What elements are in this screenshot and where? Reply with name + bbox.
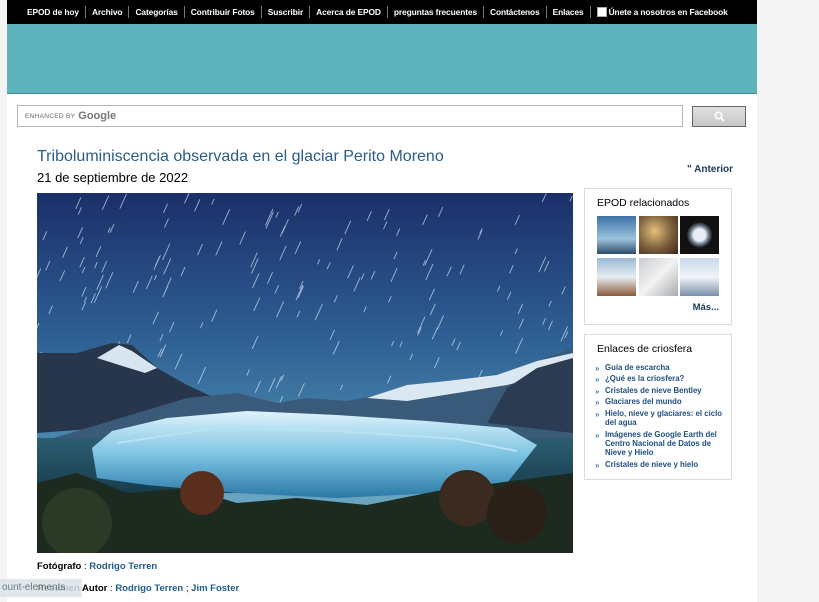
nav-categories[interactable]: Categorías <box>129 6 185 18</box>
nav-contribute-photos[interactable]: Contribuir Fotos <box>185 6 262 18</box>
google-logo: Google <box>78 110 117 122</box>
cryo-link-snow-ice-crystals[interactable]: » Cristales de nieve y hielo <box>595 460 723 470</box>
enhanced-by-label: ENHANCED BY <box>25 112 76 120</box>
search-button[interactable] <box>692 106 746 127</box>
related-thumb-4[interactable] <box>597 258 636 296</box>
bullet-icon: » <box>595 375 600 385</box>
page: EPOD de hoy Archivo Categorías Contribui… <box>7 0 757 602</box>
nav-contact[interactable]: Contáctenos <box>484 6 547 18</box>
overlay-tag: ount-elements <box>0 579 82 597</box>
nav-faq[interactable]: preguntas frecuentes <box>388 6 485 18</box>
top-nav: EPOD de hoy Archivo Categorías Contribui… <box>7 0 757 24</box>
author-link-1[interactable]: Rodrigo Terren <box>115 583 183 594</box>
related-epod-title: EPOD relacionados <box>597 197 690 209</box>
bullet-icon: » <box>595 430 600 440</box>
nav-archive[interactable]: Archivo <box>86 6 130 18</box>
cryo-link-water-cycle[interactable]: » Hielo, nieve y glaciares: el ciclo del … <box>595 409 723 428</box>
photographer-label: Fotógrafo <box>37 561 82 572</box>
cryosphere-links-title: Enlaces de criosfera <box>597 343 693 355</box>
bullet-icon: » <box>595 386 600 396</box>
cryosphere-links-box: Enlaces de criosfera » Guía de escarcha »… <box>584 334 732 480</box>
cryosphere-links-list: » Guía de escarcha » ¿Qué es la criosfera?… <box>595 363 723 471</box>
nav-facebook[interactable]: Únete a nosotros en Facebook <box>591 6 734 18</box>
related-thumb-6[interactable] <box>680 258 719 296</box>
cryo-link-google-earth-nsidc[interactable]: » Imágenes de Google Earth del Centro Nac… <box>595 430 723 458</box>
nav-about[interactable]: Acerca de EPOD <box>310 6 388 18</box>
related-thumb-1[interactable] <box>597 216 636 254</box>
nav-facebook-label: Únete a nosotros en Facebook <box>608 7 728 17</box>
search-icon <box>713 111 725 122</box>
cryo-link-what-is-cryosphere[interactable]: » ¿Qué es la criosfera? <box>595 374 723 385</box>
bullet-icon: » <box>595 409 600 419</box>
photographer-link[interactable]: Rodrigo Terren <box>89 561 157 572</box>
nav-subscribe[interactable]: Suscribir <box>262 6 311 18</box>
author-link-2[interactable]: Jim Foster <box>191 583 239 594</box>
nav-todays-epod[interactable]: EPOD de hoy <box>21 6 86 18</box>
bullet-icon: » <box>595 398 600 408</box>
bullet-icon: » <box>595 460 600 470</box>
previous-link[interactable]: " Anterior <box>687 164 733 175</box>
photographer-credit: Fotógrafo : Rodrigo Terren <box>37 561 158 572</box>
cryo-link-frost-guide[interactable]: » Guía de escarcha <box>595 363 723 373</box>
bullet-icon: » <box>595 364 600 373</box>
facebook-icon <box>596 7 607 17</box>
related-thumb-5[interactable] <box>639 258 678 296</box>
cryo-link-bentley-snow[interactable]: » Cristales de nieve Bentley <box>595 386 723 396</box>
related-thumb-2[interactable] <box>639 216 678 254</box>
related-more-link[interactable]: Más... <box>693 302 719 313</box>
article-date: 21 de septiembre de 2022 <box>37 170 189 185</box>
related-thumb-3[interactable] <box>680 216 719 254</box>
header-banner <box>7 24 757 94</box>
article-title: Triboluminiscencia observada en el glaci… <box>37 148 444 165</box>
nav-links[interactable]: Enlaces <box>547 6 591 18</box>
related-epod-box: EPOD relacionados Más... <box>584 188 732 325</box>
search-input[interactable]: ENHANCED BY Google <box>17 105 683 127</box>
cryo-link-world-glaciers[interactable]: » Glaciares del mundo <box>595 397 723 408</box>
main-photo <box>37 193 573 553</box>
